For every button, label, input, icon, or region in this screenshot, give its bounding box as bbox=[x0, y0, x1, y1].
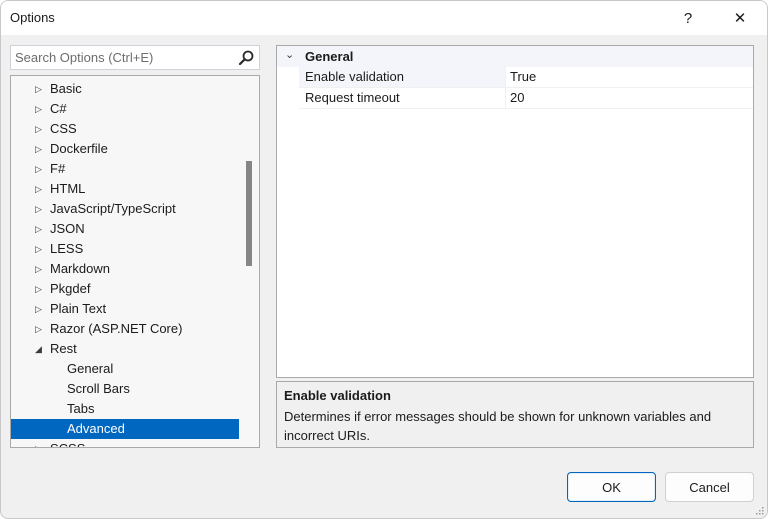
tree-item[interactable]: ▷ HTML bbox=[11, 179, 239, 199]
tree-item[interactable]: ▷ Basic bbox=[11, 79, 239, 99]
tree-item[interactable]: ▷ LESS bbox=[11, 239, 239, 259]
resize-grip-icon[interactable] bbox=[754, 505, 764, 515]
tree-item[interactable]: Scroll Bars bbox=[11, 379, 239, 399]
ok-button[interactable]: OK bbox=[567, 472, 656, 502]
collapsed-arrow-icon[interactable]: ▷ bbox=[35, 159, 45, 179]
tree-item-label: Scroll Bars bbox=[67, 381, 130, 396]
tree-item-label: HTML bbox=[50, 181, 86, 196]
description-panel: Enable validation Determines if error me… bbox=[276, 381, 754, 448]
search-icon[interactable] bbox=[237, 49, 255, 67]
collapsed-arrow-icon[interactable]: ▷ bbox=[35, 279, 45, 299]
collapsed-arrow-icon[interactable]: ▷ bbox=[35, 99, 45, 119]
help-icon: ? bbox=[683, 9, 693, 27]
tree-item-label: Basic bbox=[50, 81, 82, 96]
expanded-arrow-icon[interactable]: ◢ bbox=[35, 339, 45, 359]
collapsed-arrow-icon[interactable]: ▷ bbox=[35, 239, 45, 259]
property-row[interactable]: Enable validation True bbox=[277, 67, 753, 88]
property-value[interactable]: 20 bbox=[505, 88, 753, 108]
cancel-button[interactable]: Cancel bbox=[665, 472, 754, 502]
collapsed-arrow-icon[interactable]: ▷ bbox=[35, 79, 45, 99]
property-grid: ⌄ General Enable validation True Request… bbox=[276, 45, 754, 378]
property-name: Enable validation bbox=[299, 67, 505, 87]
description-title: Enable validation bbox=[284, 388, 391, 403]
title-bar[interactable]: Options ? ✕ bbox=[1, 1, 767, 35]
tree-item[interactable]: ▷ Markdown bbox=[11, 259, 239, 279]
collapsed-arrow-icon[interactable]: ▷ bbox=[35, 219, 45, 239]
tree-item-label: Dockerfile bbox=[50, 141, 108, 156]
collapsed-arrow-icon[interactable]: ▷ bbox=[35, 139, 45, 159]
tree-item[interactable]: ▷ SCSS bbox=[11, 439, 239, 447]
tree-item[interactable]: ▷ C# bbox=[11, 99, 239, 119]
collapsed-arrow-icon[interactable]: ▷ bbox=[35, 259, 45, 279]
tree-item[interactable]: ▷ Razor (ASP.NET Core) bbox=[11, 319, 239, 339]
close-icon: ✕ bbox=[733, 10, 747, 27]
description-text: Determines if error messages should be s… bbox=[284, 409, 712, 443]
tree-item-label: Advanced bbox=[67, 421, 125, 436]
options-tree: ▷ Basic ▷ C# ▷ CSS ▷ Dockerfile ▷ F# ▷ HTML ▷ JavaScr… bbox=[10, 75, 260, 448]
collapsed-arrow-icon[interactable]: ▷ bbox=[35, 119, 45, 139]
tree-item[interactable]: ▷ CSS bbox=[11, 119, 239, 139]
help-button[interactable]: ? bbox=[665, 1, 711, 35]
tree-scrollbar-thumb[interactable] bbox=[246, 161, 252, 266]
close-button[interactable]: ✕ bbox=[717, 1, 763, 35]
tree-item-label: LESS bbox=[50, 241, 84, 256]
search-options-box bbox=[10, 45, 260, 70]
tree-item[interactable]: ◢ Rest bbox=[11, 339, 239, 359]
options-dialog: Options ? ✕ ▷Basic▷C#▷CSS▷Dockerfile▷F#▷… bbox=[0, 0, 768, 519]
property-name: Request timeout bbox=[305, 90, 400, 105]
tree-item-label: SCSS bbox=[50, 439, 85, 447]
tree-item-label: JavaScript/TypeScript bbox=[50, 201, 176, 216]
chevron-down-icon[interactable]: ⌄ bbox=[285, 48, 294, 61]
tree-item[interactable]: Advanced bbox=[11, 419, 239, 439]
tree-item[interactable]: Tabs bbox=[11, 399, 239, 419]
category-label: General bbox=[305, 49, 354, 64]
window-title: Options bbox=[10, 10, 55, 25]
collapsed-arrow-icon[interactable]: ▷ bbox=[35, 439, 45, 447]
tree-item[interactable]: ▷ JSON bbox=[11, 219, 239, 239]
tree-item[interactable]: ▷ Plain Text bbox=[11, 299, 239, 319]
tree-item[interactable]: General bbox=[11, 359, 239, 379]
collapsed-arrow-icon[interactable]: ▷ bbox=[35, 319, 45, 339]
collapsed-arrow-icon[interactable]: ▷ bbox=[35, 179, 45, 199]
tree-item-label: CSS bbox=[50, 121, 77, 136]
tree-item-label: Plain Text bbox=[50, 301, 107, 316]
tree-item-label: F# bbox=[50, 161, 66, 176]
collapsed-arrow-icon[interactable]: ▷ bbox=[35, 299, 45, 319]
tree-item-label: Tabs bbox=[67, 401, 95, 416]
property-row[interactable]: Request timeout 20 bbox=[277, 88, 753, 109]
tree-item-label: General bbox=[67, 361, 114, 376]
collapsed-arrow-icon[interactable]: ▷ bbox=[35, 199, 45, 219]
row-gutter bbox=[277, 67, 299, 88]
tree-item[interactable]: ▷ Pkgdef bbox=[11, 279, 239, 299]
tree-item-label: Rest bbox=[50, 341, 77, 356]
tree-item-label: C# bbox=[50, 101, 67, 116]
property-value[interactable]: True bbox=[505, 67, 753, 87]
tree-item-label: Razor (ASP.NET Core) bbox=[50, 321, 183, 336]
search-input[interactable] bbox=[11, 46, 231, 69]
category-general[interactable]: ⌄ General bbox=[277, 46, 753, 67]
tree-item[interactable]: ▷ JavaScript/TypeScript bbox=[11, 199, 239, 219]
tree-item[interactable]: ▷ Dockerfile bbox=[11, 139, 239, 159]
tree-item-label: Pkgdef bbox=[50, 281, 91, 296]
tree-item-label: JSON bbox=[50, 221, 85, 236]
tree-item-label: Markdown bbox=[50, 261, 110, 276]
tree-item[interactable]: ▷ F# bbox=[11, 159, 239, 179]
row-gutter bbox=[277, 88, 299, 109]
